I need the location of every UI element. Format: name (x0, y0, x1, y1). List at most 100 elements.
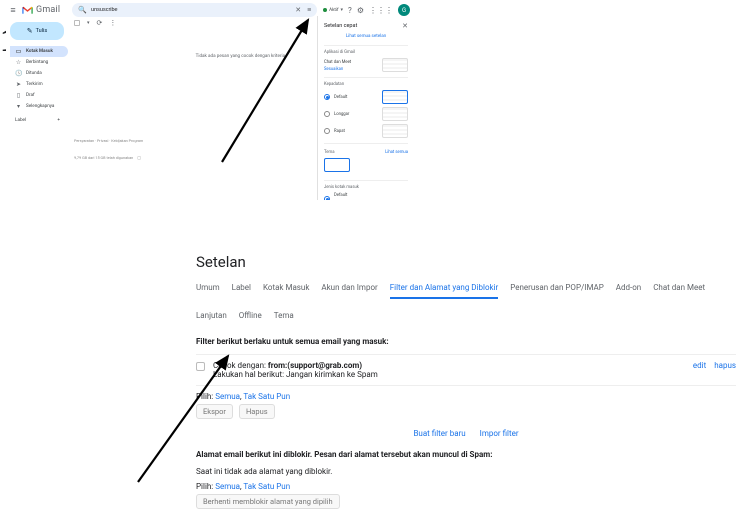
status-indicator[interactable]: Aktif ▾ (323, 7, 343, 13)
filter-row: Cocok dengan: from:(support@grab.com) La… (196, 354, 736, 386)
gmail-brand-text: Gmail (36, 5, 60, 15)
pick-none-link[interactable]: Tak Satu Pun (243, 392, 290, 401)
settings-tabbar: Umum Label Kotak Masuk Akun dan Impor Fi… (196, 283, 736, 327)
search-icon: 🔍 (78, 6, 87, 14)
density-option-default[interactable]: Default (324, 90, 408, 104)
tab-addons[interactable]: Add-on (616, 283, 641, 299)
tab-general[interactable]: Umum (196, 283, 220, 299)
storage-text: 9,79 GB dari 15 GB telah digunakan (74, 155, 133, 160)
density-thumb-icon (382, 107, 408, 121)
tab-advanced[interactable]: Lanjutan (196, 311, 227, 325)
create-filter-link[interactable]: Buat filter baru (413, 429, 465, 438)
search-bar[interactable]: 🔍 ✕ ≡ (72, 3, 317, 17)
menu-icon[interactable]: ≡ (6, 5, 20, 16)
option-label: Default (334, 95, 378, 100)
density-option-comfortable[interactable]: Longgar (324, 107, 408, 121)
gmail-brand: Gmail (22, 5, 60, 15)
import-filter-link[interactable]: Impor filter (480, 429, 519, 438)
filter-do-line: Lakukan hal berikut: Jangan kirimkan ke … (213, 370, 685, 379)
filter-match-label: Cocok dengan: (213, 361, 268, 370)
qs-apps-title: Aplikasi di Gmail (324, 50, 408, 55)
filter-select-picker: Pilih: Semua, Tak Satu Pun Ekspor Hapus (196, 392, 736, 419)
qs-density-section: Kepadatan Default Longgar Rapat (324, 77, 408, 143)
pick-prefix: Pilih: (196, 482, 215, 491)
compose-label: Tulis (36, 28, 48, 34)
chevron-down-icon: ▾ (15, 103, 22, 110)
pick-all-link[interactable]: Semua (215, 392, 240, 401)
topbar-right: Aktif ▾ ? ⚙ ⋮⋮⋮ G (323, 4, 410, 16)
tab-inbox[interactable]: Kotak Masuk (263, 283, 309, 299)
pick-all-link[interactable]: Semua (215, 482, 240, 491)
qs-title: Setelan cepat (324, 23, 357, 29)
labels-title: Label (15, 118, 26, 123)
blocked-empty-text: Saat ini tidak ada alamat yang diblokir. (196, 467, 736, 476)
more-vert-icon[interactable]: ⋮ (109, 19, 116, 27)
close-icon[interactable]: ✕ (402, 22, 408, 30)
open-in-new-icon[interactable]: ▢ (137, 155, 141, 160)
pencil-icon: ✎ (27, 27, 33, 35)
tab-forwarding[interactable]: Penerusan dan POP/IMAP (510, 283, 604, 299)
nav-more[interactable]: ▾ Selengkapnya (10, 101, 68, 112)
file-icon: ▯ (15, 92, 22, 99)
filter-actions-links: Buat filter baru Impor filter (196, 429, 736, 438)
filters-heading: Filter berikut berlaku untuk semua email… (196, 337, 736, 346)
status-label: Aktif (329, 8, 338, 13)
footer-legal: Persyaratan · Privasi · Kebijakan Progra… (74, 138, 143, 148)
radio-icon (324, 128, 330, 134)
unblock-button[interactable]: Berhenti memblokir alamat yang dipilih (196, 494, 340, 509)
nav-drafts[interactable]: ▯ Draf (10, 90, 68, 101)
density-option-compact[interactable]: Rapat (324, 124, 408, 138)
nav-snoozed[interactable]: 🕓Ditunda (10, 68, 68, 79)
tab-offline[interactable]: Offline (239, 311, 262, 325)
select-all-checkbox[interactable] (74, 20, 80, 26)
qs-density-title: Kepadatan (324, 82, 408, 87)
storage-indicator: 9,79 GB dari 15 GB telah digunakan ▢ (74, 155, 141, 160)
qs-inboxtype-title: Jenis kotak masuk (324, 185, 408, 190)
qs-apps-customize-link[interactable]: Sesuaikan (324, 67, 378, 72)
compose-button[interactable]: ✎ Tulis (10, 22, 64, 40)
apps-grid-icon[interactable]: ⋮⋮⋮ (369, 6, 393, 15)
see-all-settings-link[interactable]: Lihat semua setelan (324, 34, 408, 39)
star-icon: ☆ (15, 59, 22, 66)
nav-sent[interactable]: ➤Terkirim (10, 79, 68, 90)
apps-thumb-icon (382, 58, 408, 72)
tab-chatmeet[interactable]: Chat dan Meet (653, 283, 705, 299)
export-button[interactable]: Ekspor (196, 404, 233, 419)
delete-button[interactable]: Hapus (239, 404, 275, 419)
filter-edit-link[interactable]: edit (693, 361, 706, 370)
pick-none-link[interactable]: Tak Satu Pun (243, 482, 290, 491)
theme-thumb-icon[interactable] (324, 158, 350, 172)
tab-accounts[interactable]: Akun dan Impor (321, 283, 377, 299)
inbox-icon: ▭ (15, 48, 22, 55)
settings-title: Setelan (196, 253, 736, 271)
clear-search-icon[interactable]: ✕ (295, 6, 301, 14)
help-icon[interactable]: ? (348, 6, 352, 15)
tab-labels[interactable]: Label (232, 283, 251, 299)
density-thumb-icon (382, 90, 408, 104)
filter-delete-link[interactable]: hapus (714, 361, 736, 370)
nav-label: Draf (26, 93, 35, 98)
add-label-icon[interactable]: + (57, 118, 60, 123)
chevron-down-icon: ▾ (341, 7, 344, 13)
filter-checkbox[interactable] (196, 362, 205, 371)
nav-label: Selengkapnya (26, 104, 54, 109)
filter-match-line: Cocok dengan: from:(support@grab.com) (213, 361, 685, 370)
gmail-topbar: ≡ Gmail 🔍 ✕ ≡ Aktif ▾ ? ⚙ ⋮⋮⋮ G (6, 0, 414, 16)
search-options-icon[interactable]: ≡ (307, 6, 311, 14)
tab-filters-blocked[interactable]: Filter dan Alamat yang Diblokir (390, 283, 499, 299)
density-thumb-icon (382, 124, 408, 138)
refresh-icon[interactable]: ⟳ (97, 19, 103, 27)
search-input[interactable] (91, 7, 295, 13)
qs-theme-viewall-link[interactable]: Lihat semua (385, 150, 408, 155)
send-icon: ➤ (15, 81, 22, 88)
settings-page-screenshot: Setelan Umum Label Kotak Masuk Akun dan … (196, 253, 736, 493)
status-dot-icon (323, 8, 327, 12)
nav-starred[interactable]: ☆Berbintang (10, 57, 68, 68)
nav-label: Ditunda (26, 71, 42, 76)
select-menu-chevron-icon[interactable]: ▾ (87, 20, 90, 26)
settings-gear-icon[interactable]: ⚙ (357, 6, 364, 15)
inboxtype-option-default[interactable]: Default Sesuaikan (324, 193, 408, 200)
tab-themes[interactable]: Tema (274, 311, 294, 325)
nav-inbox[interactable]: ▭Kotak Masuk (10, 46, 68, 57)
account-avatar[interactable]: G (398, 4, 410, 16)
